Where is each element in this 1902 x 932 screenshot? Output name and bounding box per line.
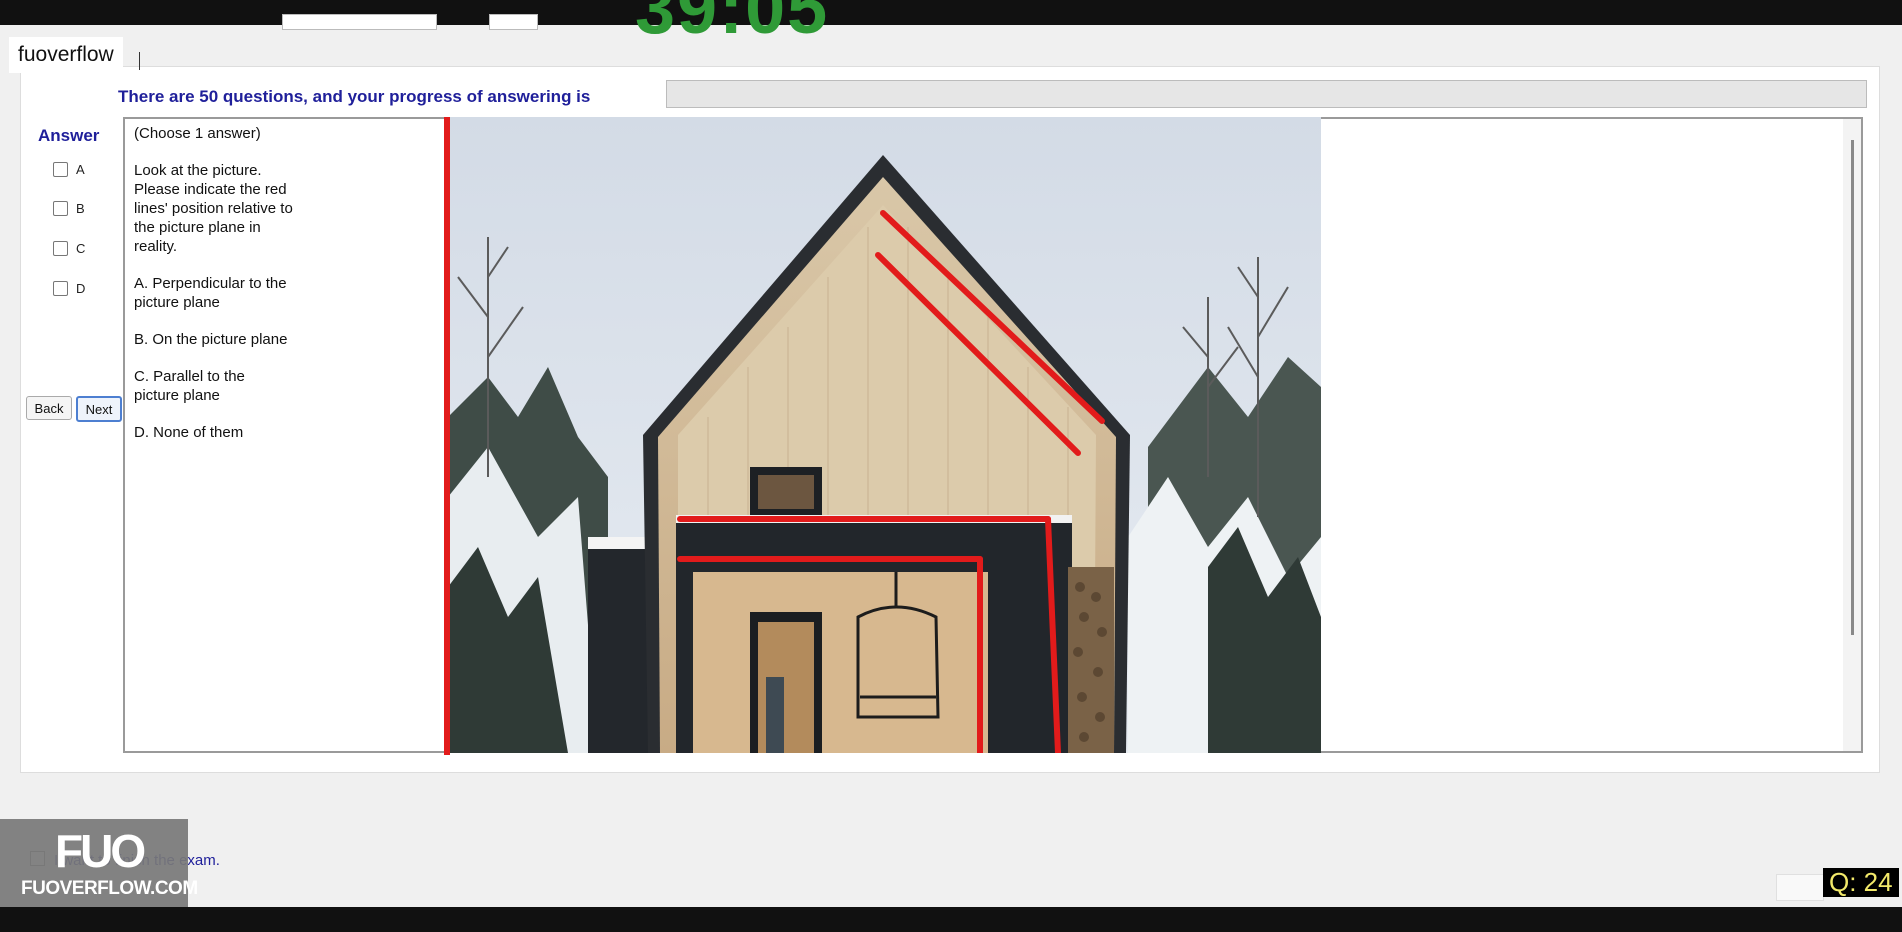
watermark-logo-text: FUO bbox=[55, 825, 146, 877]
option-d-text: D. None of them bbox=[134, 424, 244, 441]
bottom-black-bar bbox=[0, 907, 1902, 932]
option-a-text: A. Perpendicular to the picture plane bbox=[134, 275, 287, 311]
question-counter: Q: 24 bbox=[1823, 868, 1899, 897]
choice-c-checkbox[interactable] bbox=[53, 241, 68, 256]
option-c-text: C. Parallel to the picture plane bbox=[134, 368, 245, 404]
brand-label: fuoverflow bbox=[9, 37, 123, 73]
answer-title: Answer bbox=[38, 126, 100, 145]
choice-d-label: D bbox=[76, 281, 86, 296]
question-prompt: Look at the picture. Please indicate the… bbox=[134, 162, 293, 255]
choice-b[interactable]: B bbox=[53, 201, 85, 216]
option-b-text: B. On the picture plane bbox=[134, 331, 288, 348]
choice-a-checkbox[interactable] bbox=[53, 162, 68, 177]
choice-b-label: B bbox=[76, 201, 85, 216]
choice-b-checkbox[interactable] bbox=[53, 201, 68, 216]
choice-c-label: C bbox=[76, 241, 86, 256]
small-panel bbox=[1776, 874, 1824, 901]
exam-timer: 39:05 bbox=[635, 0, 830, 49]
watermark-site-text: FUOVERFLOW.COM bbox=[21, 878, 198, 899]
choice-c[interactable]: C bbox=[53, 241, 85, 256]
choice-a[interactable]: A bbox=[53, 162, 85, 177]
choice-d[interactable]: D bbox=[53, 281, 85, 296]
progress-bar bbox=[666, 80, 1867, 108]
text-caret bbox=[139, 52, 140, 70]
top-dropdown-small[interactable] bbox=[489, 14, 538, 30]
question-picture bbox=[448, 117, 1321, 753]
choice-a-label: A bbox=[76, 162, 85, 177]
red-line-left bbox=[444, 117, 450, 755]
question-text: (Choose 1 answer) Look at the picture. P… bbox=[134, 124, 294, 460]
choice-d-checkbox[interactable] bbox=[53, 281, 68, 296]
progress-text: There are 50 questions, and your progres… bbox=[118, 87, 591, 106]
scrollbar-thumb[interactable] bbox=[1851, 140, 1854, 635]
next-button[interactable]: Next bbox=[76, 396, 122, 422]
back-button[interactable]: Back bbox=[26, 396, 72, 420]
question-instruction: (Choose 1 answer) bbox=[134, 125, 261, 142]
top-dropdown[interactable] bbox=[282, 14, 437, 30]
